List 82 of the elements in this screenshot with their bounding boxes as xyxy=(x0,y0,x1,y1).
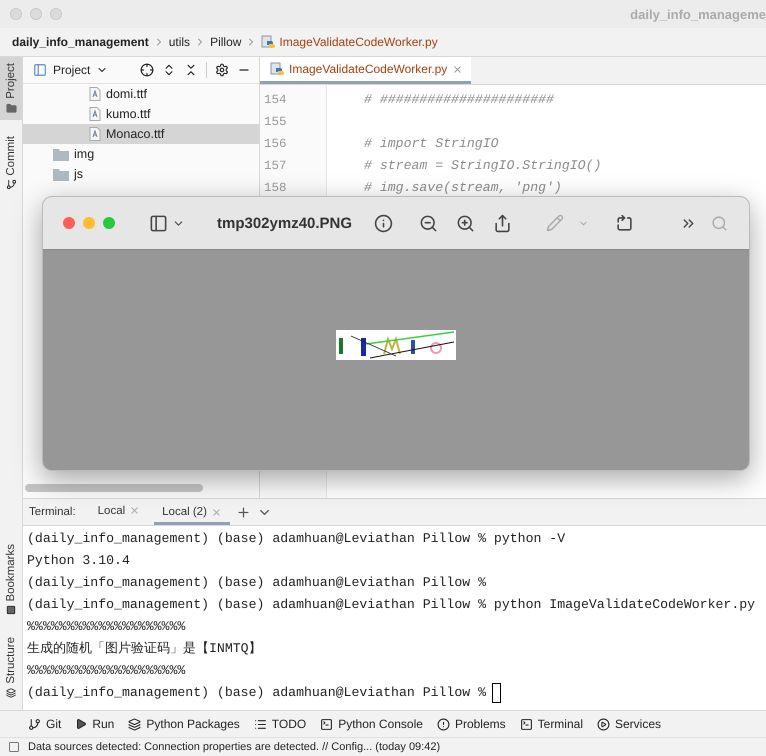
breadcrumb[interactable]: daily_info_management xyxy=(12,35,149,49)
terminal-line: (daily_info_management) (base) adamhuan@Leviathan Pillow % xyxy=(27,684,486,702)
tree-row[interactable]: Monaco.ttf xyxy=(23,124,259,144)
zoom-in-icon[interactable] xyxy=(456,214,476,232)
terminal-line: (daily_info_management) (base) adamhuan@Leviathan Pillow % python -V xyxy=(27,530,566,548)
font-file-icon xyxy=(89,87,101,101)
add-icon[interactable] xyxy=(236,504,251,520)
project-view-dropdown[interactable]: Project xyxy=(33,63,108,77)
terminal-tab[interactable]: Local xyxy=(90,499,148,525)
structure-icon xyxy=(6,688,16,698)
tool-window-button[interactable]: Terminal xyxy=(520,717,583,731)
bookmark-icon xyxy=(6,605,16,616)
tool-window-button[interactable]: Problems xyxy=(436,717,506,731)
play-icon xyxy=(75,718,88,730)
folder-icon xyxy=(53,148,69,160)
alert-icon xyxy=(436,718,450,730)
font-file-icon xyxy=(89,107,101,121)
tool-window-button[interactable]: Git xyxy=(28,717,62,731)
tree-row[interactable]: domi.ttf xyxy=(23,84,259,104)
tool-window-tab[interactable]: Bookmarks xyxy=(0,538,22,622)
tree-row[interactable]: js xyxy=(23,164,259,184)
locate-icon[interactable] xyxy=(140,63,154,77)
line-number: 158 xyxy=(263,180,288,197)
breadcrumb[interactable]: ImageValidateCodeWorker.py xyxy=(279,35,438,49)
breadcrumb[interactable]: Pillow xyxy=(210,35,242,49)
editor-tab[interactable]: ImageValidateCodeWorker.py xyxy=(260,57,472,84)
terminal-tab[interactable]: Local (2) xyxy=(154,499,230,525)
terminal-line: (daily_info_management) (base) adamhuan@Leviathan Pillow % xyxy=(27,574,486,592)
tool-window-tab[interactable]: Structure xyxy=(0,631,22,704)
terminal-line: Python 3.10.4 xyxy=(27,552,130,570)
terminal-line: %%%%%%%%%%%%%%%%%%%% xyxy=(27,662,186,680)
share-icon[interactable] xyxy=(493,214,512,232)
settings-icon[interactable] xyxy=(215,63,229,77)
terminal-label: Terminal: xyxy=(29,506,76,518)
tool-window-button[interactable]: Run xyxy=(75,717,114,731)
terminal-line: (daily_info_management) (base) adamhuan@Leviathan Pillow % python ImageValidateCodeWorker.py xyxy=(27,596,756,614)
services-icon xyxy=(597,718,610,730)
file-name: kumo.ttf xyxy=(106,107,150,121)
file-name: js xyxy=(74,167,84,181)
tree-row[interactable]: img xyxy=(23,144,259,164)
file-name: domi.ttf xyxy=(106,87,147,101)
folder-icon xyxy=(53,168,69,180)
file-name: Monaco.ttf xyxy=(106,127,164,141)
tool-window-button[interactable]: TODO xyxy=(254,717,306,731)
list-icon xyxy=(254,718,267,730)
python-file-icon xyxy=(261,35,276,49)
branch-icon xyxy=(28,718,41,730)
window-title: daily_info_manageme xyxy=(630,6,766,22)
terminal-line: %%%%%%%%%%%%%%%%%%%% xyxy=(27,618,186,636)
terminal-line: 生成的随机「图片验证码」是【INMTQ】 xyxy=(27,640,262,658)
terminal-icon xyxy=(520,718,533,730)
status-message: Data sources detected: Connection properties are detected. // Config... (today 09:42) xyxy=(28,741,440,753)
file-name: img xyxy=(74,147,94,161)
tool-window-button[interactable]: Python Console xyxy=(320,717,423,731)
console-icon xyxy=(320,718,334,730)
tool-window-tab[interactable]: Commit xyxy=(0,130,22,196)
line-number: 154 xyxy=(263,92,288,109)
preview-title: tmp302ymz40.PNG xyxy=(217,214,352,232)
tool-window-tab[interactable]: Project xyxy=(0,57,22,120)
code-line: # stream = StringIO.StringIO() xyxy=(364,157,602,175)
line-number: 157 xyxy=(263,158,288,175)
font-file-icon xyxy=(89,127,101,141)
breadcrumb[interactable]: utils xyxy=(168,35,190,49)
code-line: # img.save(stream, 'png') xyxy=(364,179,563,197)
info-icon[interactable] xyxy=(374,214,394,232)
close-icon[interactable] xyxy=(452,64,464,74)
commit-icon xyxy=(6,179,16,190)
panel-icon xyxy=(33,63,47,77)
line-number: 156 xyxy=(263,136,288,153)
sidebar-icon[interactable] xyxy=(149,214,168,232)
tool-window-button[interactable]: Python Packages xyxy=(128,717,240,731)
zoom-out-icon[interactable] xyxy=(419,214,438,232)
tool-window-button[interactable]: Services xyxy=(597,717,662,731)
folder-icon xyxy=(6,102,16,114)
rotate-icon[interactable] xyxy=(615,214,634,232)
panel-icon xyxy=(8,741,20,753)
code-line: # ###################### xyxy=(364,91,555,109)
code-line: # import StringIO xyxy=(364,135,500,153)
tree-row[interactable]: kumo.ttf xyxy=(23,104,259,124)
line-number: 155 xyxy=(263,114,288,131)
python-file-icon xyxy=(270,62,284,76)
layers-icon xyxy=(128,718,142,730)
